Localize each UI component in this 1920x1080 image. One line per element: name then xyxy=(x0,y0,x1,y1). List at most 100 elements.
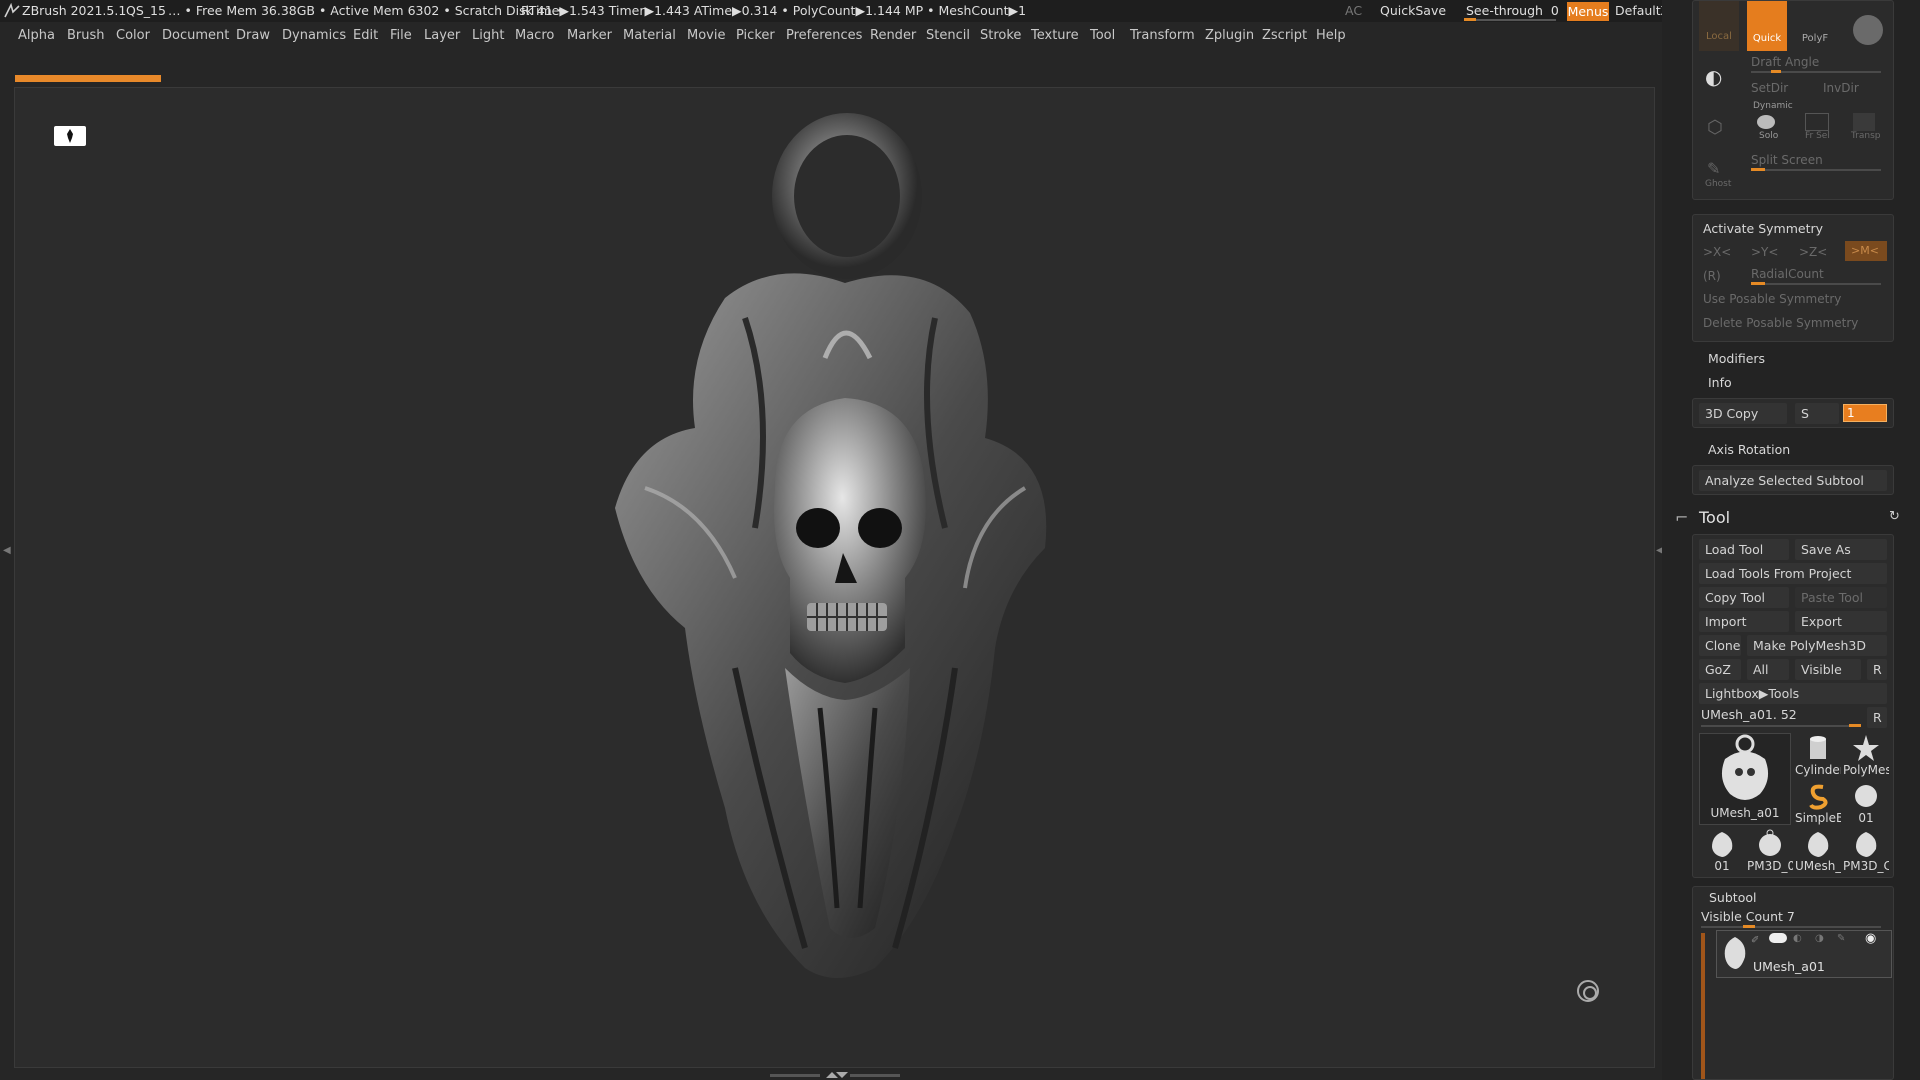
menu-layer[interactable]: Layer xyxy=(424,28,460,43)
tool-palette-header[interactable]: ⌐ Tool ↻ xyxy=(1675,506,1910,530)
radial-count-knob[interactable] xyxy=(1751,282,1765,285)
menu-transform[interactable]: Transform xyxy=(1130,28,1195,43)
axis-rotation-section[interactable]: Axis Rotation xyxy=(1708,442,1790,457)
tool-size-slider[interactable] xyxy=(1701,725,1861,727)
transparency-icon[interactable] xyxy=(1853,113,1875,131)
menu-material[interactable]: Material xyxy=(623,28,676,43)
tool-r-button[interactable]: R xyxy=(1867,707,1887,728)
symmetry-m-button[interactable]: >M< xyxy=(1845,241,1887,261)
symmetry-z-button[interactable]: >Z< xyxy=(1799,245,1827,259)
import-button[interactable]: Import xyxy=(1699,611,1789,632)
split-screen-slider[interactable] xyxy=(1751,169,1881,171)
use-posable-symmetry-button[interactable]: Use Posable Symmetry xyxy=(1703,292,1841,306)
menu-draw[interactable]: Draw xyxy=(236,28,270,43)
viewport-canvas[interactable] xyxy=(14,87,1655,1068)
frame-select-icon[interactable] xyxy=(1805,113,1829,131)
material-sphere-icon[interactable] xyxy=(1853,15,1883,45)
tool-refresh-icon[interactable]: ↻ xyxy=(1889,509,1900,524)
menu-help[interactable]: Help xyxy=(1316,28,1346,43)
quicksave-button[interactable]: QuickSave xyxy=(1380,3,1446,18)
pivot-gizmo-icon[interactable] xyxy=(1577,980,1599,1002)
visible-count-knob[interactable] xyxy=(1743,925,1755,928)
activate-symmetry-button[interactable]: Activate Symmetry xyxy=(1703,221,1823,236)
tool-thumb-pm3d-c[interactable]: PM3D_C xyxy=(1843,829,1889,875)
menu-zscript[interactable]: Zscript xyxy=(1262,28,1307,43)
menu-zplugin[interactable]: Zplugin xyxy=(1205,28,1254,43)
quick-button[interactable]: Quick xyxy=(1747,1,1787,51)
menu-file[interactable]: File xyxy=(390,28,412,43)
ac-indicator[interactable]: AC xyxy=(1345,3,1362,18)
menu-brush[interactable]: Brush xyxy=(67,28,105,43)
copy3d-button[interactable]: 3D Copy xyxy=(1699,403,1787,424)
radial-count-slider[interactable] xyxy=(1751,283,1881,285)
subtool-scrollbar[interactable] xyxy=(1701,933,1705,1079)
subtool-merge-icon[interactable]: ◑ xyxy=(1815,933,1824,944)
menu-light[interactable]: Light xyxy=(472,28,504,43)
subtool-visibility-eye-icon[interactable]: ◉ xyxy=(1865,931,1876,946)
export-button[interactable]: Export xyxy=(1795,611,1887,632)
tool-thumb-umesh[interactable]: UMesh_a01 xyxy=(1699,733,1791,825)
tool-thumb-pm3d-0[interactable]: PM3D_0 xyxy=(1747,829,1793,875)
tool-thumb-simplebrush[interactable]: SimpleB xyxy=(1795,781,1841,827)
menu-preferences[interactable]: Preferences xyxy=(786,28,862,43)
cube-icon[interactable]: ⬡ xyxy=(1707,117,1729,139)
copy3d-value-field[interactable]: 1 xyxy=(1843,404,1887,422)
menus-toggle-button[interactable]: Menus xyxy=(1567,2,1609,21)
analyze-subtool-button[interactable]: Analyze Selected Subtool xyxy=(1699,470,1887,491)
tool-thumb-cylinder[interactable]: Cylinder xyxy=(1795,733,1841,779)
menu-movie[interactable]: Movie xyxy=(687,28,725,43)
menu-edit[interactable]: Edit xyxy=(353,28,378,43)
menu-tool[interactable]: Tool xyxy=(1090,28,1115,43)
menu-picker[interactable]: Picker xyxy=(736,28,775,43)
symmetry-y-button[interactable]: >Y< xyxy=(1751,245,1778,259)
goz-all-button[interactable]: All xyxy=(1747,659,1789,680)
menu-stroke[interactable]: Stroke xyxy=(980,28,1021,43)
visible-count-slider[interactable] xyxy=(1701,926,1881,928)
goz-visible-button[interactable]: Visible xyxy=(1795,659,1861,680)
load-tools-from-project-button[interactable]: Load Tools From Project xyxy=(1699,563,1887,584)
local-button[interactable]: Local xyxy=(1699,1,1739,51)
subtool-mode-icon[interactable]: ◐ xyxy=(1793,933,1802,944)
see-through-slider[interactable]: See-through 0 xyxy=(1462,1,1559,21)
draft-angle-knob[interactable] xyxy=(1771,70,1781,73)
subtool-polypaint-toggle-icon[interactable] xyxy=(1769,933,1787,943)
radial-r-toggle[interactable]: (R) xyxy=(1703,269,1721,283)
make-polymesh3d-button[interactable]: Make PolyMesh3D xyxy=(1747,635,1887,656)
subtool-brush-icon[interactable]: ✐ xyxy=(1751,935,1759,946)
ghost-icon[interactable]: ✎ xyxy=(1707,159,1729,181)
menu-color[interactable]: Color xyxy=(116,28,150,43)
lightbox-tools-button[interactable]: Lightbox▶Tools xyxy=(1699,683,1887,704)
menu-alpha[interactable]: Alpha xyxy=(18,28,55,43)
tool-pin-icon[interactable]: ⌐ xyxy=(1675,508,1688,527)
delete-posable-symmetry-button[interactable]: Delete Posable Symmetry xyxy=(1703,316,1858,330)
menu-marker[interactable]: Marker xyxy=(567,28,612,43)
subtool-title[interactable]: Subtool xyxy=(1709,890,1756,905)
menu-render[interactable]: Render xyxy=(870,28,916,43)
setdir-button[interactable]: SetDir xyxy=(1751,81,1788,95)
menu-stencil[interactable]: Stencil xyxy=(926,28,970,43)
tool-thumb-polymesh[interactable]: PolyMes xyxy=(1843,733,1889,779)
clone-button[interactable]: Clone xyxy=(1699,635,1741,656)
copy-tool-button[interactable]: Copy Tool xyxy=(1699,587,1789,608)
bottom-tray-handle-icon[interactable] xyxy=(770,1070,900,1080)
subtool-edit-icon[interactable]: ✎ xyxy=(1837,933,1845,944)
tool-thumb-01-a[interactable]: 01 xyxy=(1843,781,1889,827)
menu-dynamics[interactable]: Dynamics xyxy=(282,28,346,43)
paste-tool-button[interactable]: Paste Tool xyxy=(1795,587,1887,608)
save-as-button[interactable]: Save As xyxy=(1795,539,1887,560)
invdir-button[interactable]: InvDir xyxy=(1823,81,1859,95)
modifiers-section[interactable]: Modifiers xyxy=(1708,351,1765,366)
info-section[interactable]: Info xyxy=(1708,375,1732,390)
subtool-item[interactable]: ✐ ◐ ◑ ✎ ◉ UMesh_a01 xyxy=(1716,930,1892,978)
goz-r-button[interactable]: R xyxy=(1867,659,1887,680)
split-screen-knob[interactable] xyxy=(1751,168,1765,171)
tool-size-knob[interactable] xyxy=(1849,724,1861,727)
contrast-icon[interactable]: ◐ xyxy=(1705,65,1733,89)
goz-button[interactable]: GoZ xyxy=(1699,659,1741,680)
menu-document[interactable]: Document xyxy=(162,28,229,43)
menu-texture[interactable]: Texture xyxy=(1031,28,1079,43)
menu-macro[interactable]: Macro xyxy=(515,28,554,43)
tool-thumb-umesh-2[interactable]: UMesh_ xyxy=(1795,829,1841,875)
symmetry-x-button[interactable]: >X< xyxy=(1703,245,1731,259)
left-tray-toggle-icon[interactable]: ◀ xyxy=(3,545,13,559)
